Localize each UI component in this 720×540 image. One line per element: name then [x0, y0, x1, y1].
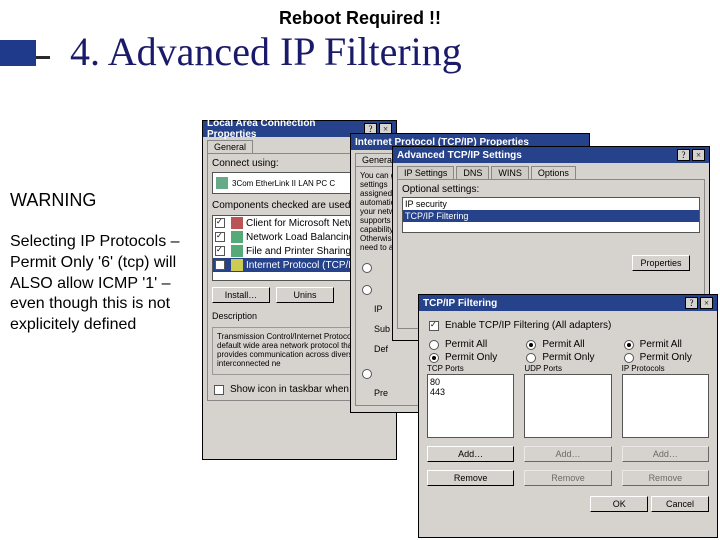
udp-ports-list[interactable] [524, 374, 611, 438]
tab-wins[interactable]: WINS [491, 166, 529, 179]
port-entry: 443 [430, 387, 511, 397]
remove-button[interactable]: Remove [524, 470, 611, 486]
ip-protocols-list[interactable] [622, 374, 709, 438]
tab-ip-settings[interactable]: IP Settings [397, 166, 454, 179]
tab-dns[interactable]: DNS [456, 166, 489, 179]
enable-filtering-checkbox[interactable] [429, 321, 439, 331]
client-icon [231, 217, 243, 229]
adapter-name: 3Com EtherLink II LAN PC C [232, 179, 335, 188]
tcp-ports-column: Permit All Permit Only TCP Ports 80 443 [427, 338, 514, 438]
titlebar[interactable]: Advanced TCP/IP Settings ? × [393, 147, 709, 163]
show-icon-label: Show icon in taskbar when con [230, 384, 368, 395]
permit-only-radio[interactable] [526, 353, 536, 363]
list-item: IP security [403, 198, 699, 210]
install-button[interactable]: Install… [212, 287, 270, 303]
tab-general[interactable]: General [207, 140, 253, 153]
permit-all-radio[interactable] [526, 340, 536, 350]
warning-body: Selecting IP Protocols – Permit Only '6'… [10, 232, 185, 336]
window-title: Advanced TCP/IP Settings [397, 150, 522, 161]
optional-settings-label: Optional settings: [402, 184, 700, 195]
port-entry: 80 [430, 377, 511, 387]
help-icon[interactable]: ? [685, 297, 698, 309]
permit-only-radio[interactable] [429, 353, 439, 363]
checkbox[interactable] [215, 246, 225, 256]
close-icon[interactable]: × [700, 297, 713, 309]
remove-button[interactable]: Remove [622, 470, 709, 486]
ip-protocols-column: Permit All Permit Only IP Protocols [622, 338, 709, 438]
checkbox[interactable] [215, 260, 225, 270]
permit-all-radio[interactable] [429, 340, 439, 350]
uninstall-button[interactable]: Unins [276, 287, 334, 303]
show-icon-checkbox[interactable] [214, 385, 224, 395]
enable-filtering-label: Enable TCP/IP Filtering (All adapters) [445, 320, 611, 331]
cancel-button[interactable]: Cancel [651, 496, 709, 512]
nic-icon [216, 177, 228, 189]
list-item: TCP/IP Filtering [403, 210, 699, 222]
reboot-banner: Reboot Required !! [0, 8, 720, 29]
checkbox[interactable] [215, 218, 225, 228]
remove-button[interactable]: Remove [427, 470, 514, 486]
udp-ports-column: Permit All Permit Only UDP Ports [524, 338, 611, 438]
radio[interactable] [362, 285, 372, 295]
permit-all-radio[interactable] [624, 340, 634, 350]
col-header: TCP Ports [427, 364, 514, 374]
window-title: TCP/IP Filtering [423, 298, 497, 309]
slide-accent [0, 40, 36, 66]
col-header: UDP Ports [524, 364, 611, 374]
slide-title: 4. Advanced IP Filtering [70, 28, 462, 75]
add-button[interactable]: Add… [524, 446, 611, 462]
tab-options[interactable]: Options [531, 166, 576, 179]
optional-settings-list[interactable]: IP security TCP/IP Filtering [402, 197, 700, 233]
close-icon[interactable]: × [692, 149, 705, 161]
slide-rule [36, 56, 50, 59]
radio[interactable] [362, 263, 372, 273]
permit-only-radio[interactable] [624, 353, 634, 363]
share-icon [231, 245, 243, 257]
checkbox[interactable] [215, 232, 225, 242]
radio[interactable] [362, 369, 372, 379]
properties-button[interactable]: Properties [632, 255, 690, 271]
warning-heading: WARNING [10, 190, 96, 211]
help-icon[interactable]: ? [677, 149, 690, 161]
window-tcpip-filtering: TCP/IP Filtering ? × Enable TCP/IP Filte… [418, 294, 718, 538]
col-header: IP Protocols [622, 364, 709, 374]
add-button[interactable]: Add… [427, 446, 514, 462]
nlb-icon [231, 231, 243, 243]
titlebar[interactable]: TCP/IP Filtering ? × [419, 295, 717, 311]
add-button[interactable]: Add… [622, 446, 709, 462]
window-title: Local Area Connection Properties [207, 118, 364, 140]
ok-button[interactable]: OK [590, 496, 648, 512]
tcp-ports-list[interactable]: 80 443 [427, 374, 514, 438]
tcpip-icon [231, 259, 243, 271]
